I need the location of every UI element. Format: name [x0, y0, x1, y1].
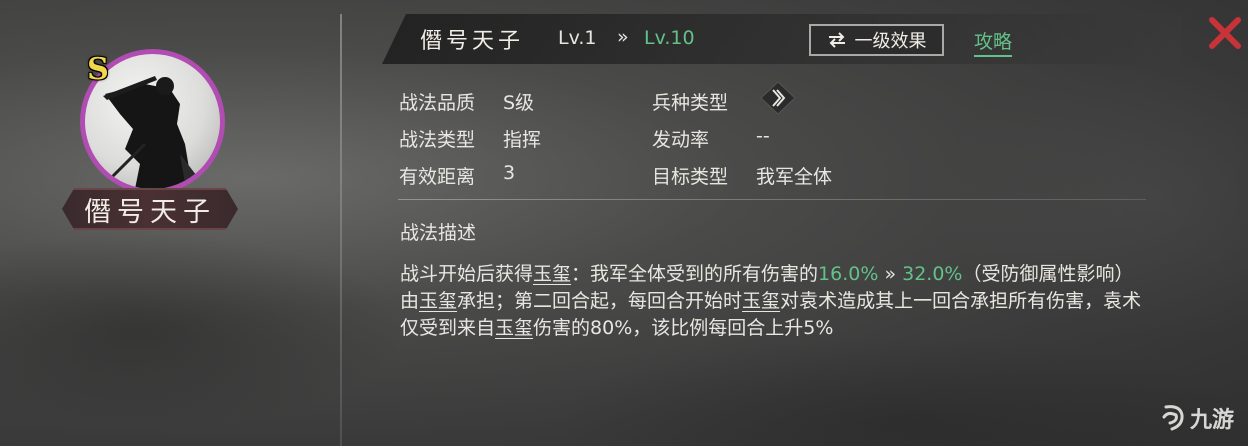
- trigger-rate-label: 发动率: [652, 129, 710, 151]
- level-from: Lv.1: [558, 27, 597, 49]
- target-type-value: 我军全体: [756, 166, 833, 188]
- skill-name-plate-text: 僭号天子: [84, 196, 216, 228]
- swap-arrows-icon: [828, 32, 845, 48]
- guide-link[interactable]: 攻略: [974, 27, 1013, 57]
- damage-pct-from: 16.0%: [818, 263, 879, 285]
- grade-badge: S: [87, 52, 109, 87]
- close-icon[interactable]: [1208, 16, 1242, 50]
- skill-description: 战斗开始后获得玉玺：我军全体受到的所有伤害的16.0% » 32.0%（受防御属…: [400, 261, 1145, 342]
- skill-title: 僭号天子: [420, 29, 525, 54]
- description-title: 战法描述: [400, 222, 477, 244]
- jade-seal-term[interactable]: 玉玺: [533, 263, 571, 285]
- effect-button-label: 一级效果: [854, 31, 927, 52]
- section-divider: [398, 199, 1146, 200]
- desc-arrow: »: [878, 263, 903, 285]
- range-value: 3: [503, 162, 516, 184]
- skill-name-plate: 僭号天子: [62, 188, 238, 230]
- skill-type-value: 指挥: [503, 129, 542, 151]
- trigger-rate-value: --: [756, 125, 770, 147]
- watermark-text: 九游: [1190, 408, 1235, 433]
- damage-pct-to: 32.0%: [902, 263, 963, 285]
- target-type-label: 目标类型: [652, 166, 729, 188]
- level-to: Lv.10: [644, 27, 695, 49]
- quality-value: S级: [503, 92, 535, 114]
- effect-level-toggle-button[interactable]: 一级效果: [809, 24, 944, 56]
- skill-type-label: 战法类型: [399, 129, 476, 151]
- quality-label: 战法品质: [399, 92, 476, 114]
- level-arrow: »: [617, 26, 629, 48]
- desc-text: ：我军全体受到的所有伤害的: [571, 263, 819, 285]
- watermark-logo: 九游: [1158, 396, 1238, 440]
- jade-seal-term[interactable]: 玉玺: [742, 290, 780, 312]
- range-label: 有效距离: [399, 166, 476, 188]
- jade-seal-term[interactable]: 玉玺: [495, 317, 533, 339]
- desc-text: 战斗开始后获得: [400, 263, 534, 285]
- desc-text: 伤害的80%，该比例每回合上升5%: [533, 317, 834, 339]
- ninegame-logo-icon: [1162, 405, 1184, 431]
- desc-text: 承担；第二回合起，每回合开始时: [457, 290, 743, 312]
- troop-type-label: 兵种类型: [652, 92, 729, 114]
- jade-seal-term[interactable]: 玉玺: [419, 290, 457, 312]
- troop-type-icon: [760, 81, 796, 115]
- panel-divider: [340, 14, 342, 446]
